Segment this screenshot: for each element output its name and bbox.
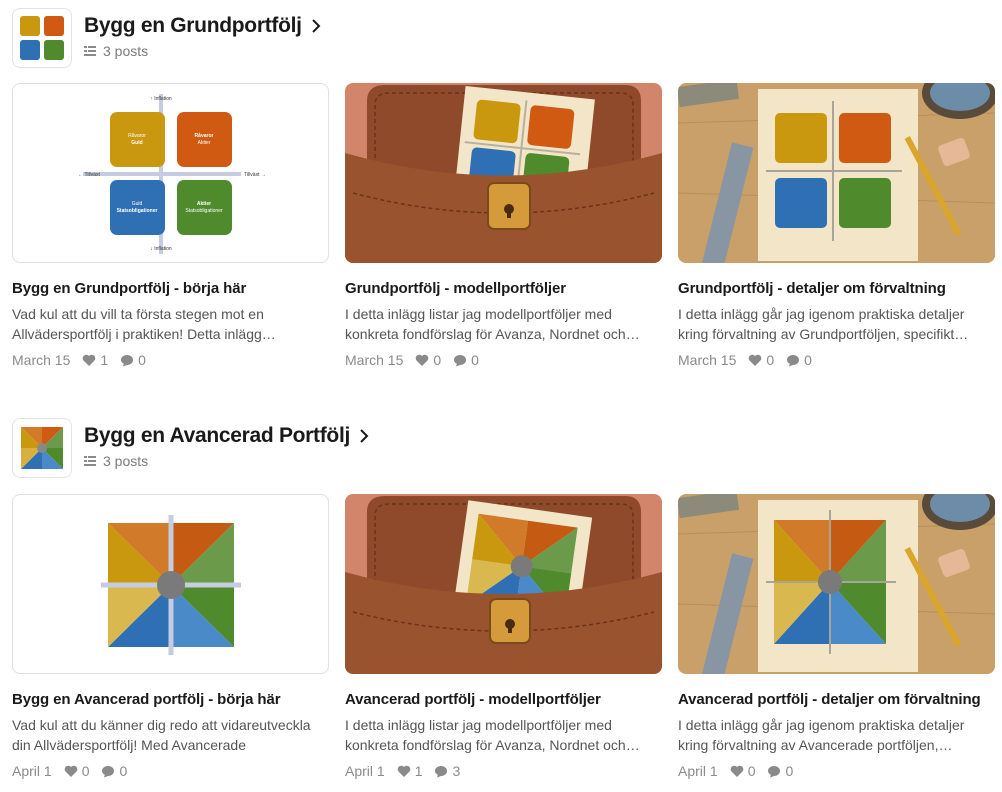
post-card[interactable]: Avancerad portfölj - detaljer om förvalt…: [678, 494, 995, 779]
post-thumbnail[interactable]: [345, 83, 662, 263]
post-card[interactable]: Avancerad portfölj - modellportföljer I …: [345, 494, 662, 779]
post-meta: March 15 0 0: [678, 352, 995, 368]
comment-button[interactable]: 0: [120, 352, 146, 368]
post-title[interactable]: Grundportfölj - detaljer om förvaltning: [678, 280, 995, 297]
like-button[interactable]: 0: [64, 763, 89, 779]
briefcase-illustration: [345, 494, 662, 674]
post-date: March 15: [345, 352, 404, 368]
heart-icon: [83, 354, 96, 366]
post-description: Vad kul att du känner dig redo att vidar…: [12, 717, 311, 753]
svg-text:Statsobligationer: Statsobligationer: [117, 208, 158, 214]
quadrant-diagram-image: ↑ Inflation ↓ Inflation ← Tillväxt Tillv…: [78, 94, 266, 254]
comment-icon: [787, 354, 800, 366]
post-date: April 1: [678, 763, 718, 779]
chevron-right-icon: [311, 19, 321, 33]
post-description: I detta inlägg går jag igenom praktiska …: [678, 306, 969, 342]
section-title-text: Bygg en Avancerad Portfölj: [84, 424, 351, 447]
post-thumbnail[interactable]: [678, 83, 995, 263]
comment-button[interactable]: 0: [453, 352, 479, 368]
post-date: April 1: [345, 763, 385, 779]
section-post-count: 3 posts: [84, 43, 321, 59]
svg-text:Statsobligationer: Statsobligationer: [185, 208, 223, 214]
post-date: March 15: [678, 352, 737, 368]
post-thumbnail[interactable]: [678, 494, 995, 674]
svg-text:← Tillväxt: ← Tillväxt: [78, 172, 100, 178]
posts-list-icon: [84, 45, 96, 56]
comment-icon: [454, 354, 467, 366]
comment-icon: [435, 765, 448, 777]
post-title[interactable]: Grundportfölj - modellportföljer: [345, 280, 662, 297]
comment-button[interactable]: 0: [786, 352, 812, 368]
post-description: I detta inlägg går jag igenom praktiska …: [678, 717, 965, 753]
heart-icon: [730, 765, 743, 777]
svg-text:Guld: Guld: [131, 140, 142, 146]
post-title[interactable]: Bygg en Avancerad portfölj - börja här: [12, 691, 329, 708]
post-title[interactable]: Bygg en Grundportfölj - börja här: [12, 280, 329, 297]
desk-illustration: [678, 83, 995, 263]
heart-icon: [64, 765, 77, 777]
post-date: March 15: [12, 352, 71, 368]
post-card[interactable]: Grundportfölj - detaljer om förvaltning …: [678, 83, 995, 368]
post-card[interactable]: Grundportfölj - modellportföljer I detta…: [345, 83, 662, 368]
post-date: April 1: [12, 763, 52, 779]
post-description: Vad kul att du vill ta första stegen mot…: [12, 306, 276, 342]
post-meta: April 1 0 0: [12, 763, 329, 779]
post-thumbnail[interactable]: [12, 494, 329, 674]
post-title[interactable]: Avancerad portfölj - modellportföljer: [345, 691, 662, 708]
svg-text:Tillväxt →: Tillväxt →: [244, 172, 266, 178]
heart-icon: [416, 354, 429, 366]
post-meta: March 15 0 0: [345, 352, 662, 368]
posts-list-icon: [84, 455, 96, 466]
svg-text:Guld: Guld: [132, 201, 143, 207]
desk-illustration: [678, 494, 995, 674]
post-card[interactable]: Bygg en Avancerad portfölj - börja här V…: [12, 494, 329, 779]
post-meta: March 15 1 0: [12, 352, 329, 368]
like-button[interactable]: 0: [730, 763, 755, 779]
section-title[interactable]: Bygg en Avancerad Portfölj: [84, 424, 369, 448]
svg-text:Aktier: Aktier: [197, 201, 211, 207]
post-meta: April 1 1 3: [345, 763, 662, 779]
svg-text:↓ Inflation: ↓ Inflation: [150, 246, 172, 252]
triangle-diagram-image: [101, 515, 241, 655]
like-button[interactable]: 1: [82, 352, 108, 368]
section-title-text: Bygg en Grundportfölj: [84, 14, 302, 37]
svg-text:Råvaror: Råvaror: [128, 132, 146, 139]
post-description: I detta inlägg listar jag modellportfölj…: [345, 306, 640, 342]
comment-icon: [768, 765, 781, 777]
section-logo[interactable]: [12, 418, 72, 478]
section-title[interactable]: Bygg en Grundportfölj: [84, 14, 321, 38]
comment-icon: [121, 354, 134, 366]
like-button[interactable]: 1: [397, 763, 422, 779]
heart-icon: [397, 765, 410, 777]
post-description: I detta inlägg listar jag modellportfölj…: [345, 717, 640, 753]
comment-button[interactable]: 0: [101, 763, 127, 779]
like-button[interactable]: 0: [415, 352, 441, 368]
post-meta: April 1 0 0: [678, 763, 995, 779]
post-thumbnail[interactable]: [345, 494, 662, 674]
section-header: Bygg en Avancerad Portfölj 3 posts: [12, 418, 369, 478]
chevron-right-icon: [360, 429, 369, 443]
post-thumbnail[interactable]: ↑ Inflation ↓ Inflation ← Tillväxt Tillv…: [12, 83, 329, 263]
heart-icon: [749, 354, 762, 366]
comment-button[interactable]: 3: [434, 763, 460, 779]
section-header: Bygg en Grundportfölj 3 posts: [12, 8, 321, 68]
svg-text:Råvaror: Råvaror: [195, 132, 214, 139]
briefcase-illustration: [345, 83, 662, 263]
comment-button[interactable]: 0: [767, 763, 793, 779]
comment-icon: [102, 765, 115, 777]
svg-text:↑ Inflation: ↑ Inflation: [150, 96, 172, 102]
post-title[interactable]: Avancerad portfölj - detaljer om förvalt…: [678, 691, 995, 708]
section-post-count: 3 posts: [84, 453, 369, 469]
svg-text:Aktier: Aktier: [198, 140, 211, 146]
like-button[interactable]: 0: [748, 352, 774, 368]
section-logo[interactable]: [12, 8, 72, 68]
post-card[interactable]: ↑ Inflation ↓ Inflation ← Tillväxt Tillv…: [12, 83, 329, 368]
